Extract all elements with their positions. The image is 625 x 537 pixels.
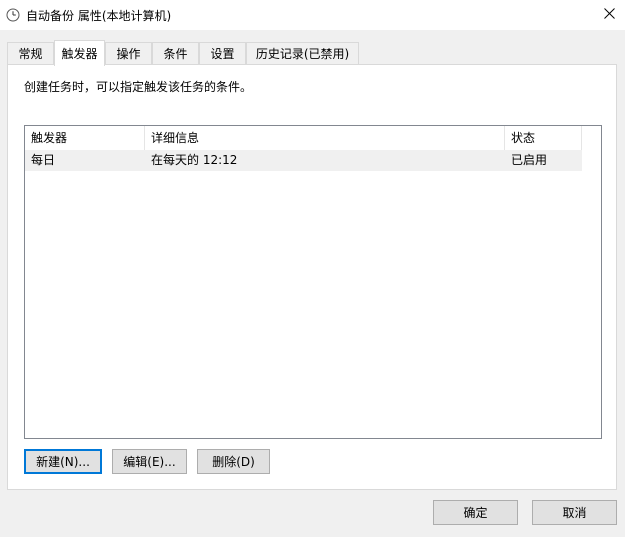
trigger-list[interactable]: 触发器 详细信息 状态 每日 在每天的 12:12 已启用 xyxy=(24,125,602,439)
triggers-panel: 创建任务时，可以指定触发该任务的条件。 触发器 详细信息 状态 每日 在每天的 … xyxy=(7,64,617,490)
list-header: 触发器 详细信息 状态 xyxy=(25,126,601,150)
tab-conditions[interactable]: 条件 xyxy=(152,42,199,64)
edit-trigger-button[interactable]: 编辑(E)... xyxy=(112,449,187,474)
column-header-status[interactable]: 状态 xyxy=(505,126,582,150)
cell-details: 在每天的 12:12 xyxy=(151,153,238,167)
delete-trigger-button[interactable]: 删除(D) xyxy=(197,449,270,474)
new-trigger-button[interactable]: 新建(N)... xyxy=(24,449,102,474)
clock-icon xyxy=(6,8,20,22)
ok-button[interactable]: 确定 xyxy=(433,500,518,525)
properties-dialog: 自动备份 属性(本地计算机) 常规 触发器 操作 条件 设置 历史记录(已禁用)… xyxy=(0,0,625,537)
tab-history[interactable]: 历史记录(已禁用) xyxy=(246,42,359,64)
title-bar[interactable]: 自动备份 属性(本地计算机) xyxy=(0,0,625,30)
tab-triggers[interactable]: 触发器 xyxy=(54,40,105,66)
window-title: 自动备份 属性(本地计算机) xyxy=(26,9,172,23)
cell-trigger: 每日 xyxy=(31,153,56,167)
close-button[interactable] xyxy=(593,0,625,30)
cancel-button[interactable]: 取消 xyxy=(532,500,617,525)
tab-actions[interactable]: 操作 xyxy=(105,42,152,64)
cell-status: 已启用 xyxy=(511,153,548,167)
column-header-details[interactable]: 详细信息 xyxy=(145,126,505,150)
column-header-trigger[interactable]: 触发器 xyxy=(25,126,145,150)
panel-description: 创建任务时，可以指定触发该任务的条件。 xyxy=(24,80,253,94)
table-row[interactable]: 每日 在每天的 12:12 已启用 xyxy=(25,150,582,171)
tab-settings[interactable]: 设置 xyxy=(199,42,246,64)
tab-general[interactable]: 常规 xyxy=(7,42,54,64)
close-icon xyxy=(603,8,615,22)
